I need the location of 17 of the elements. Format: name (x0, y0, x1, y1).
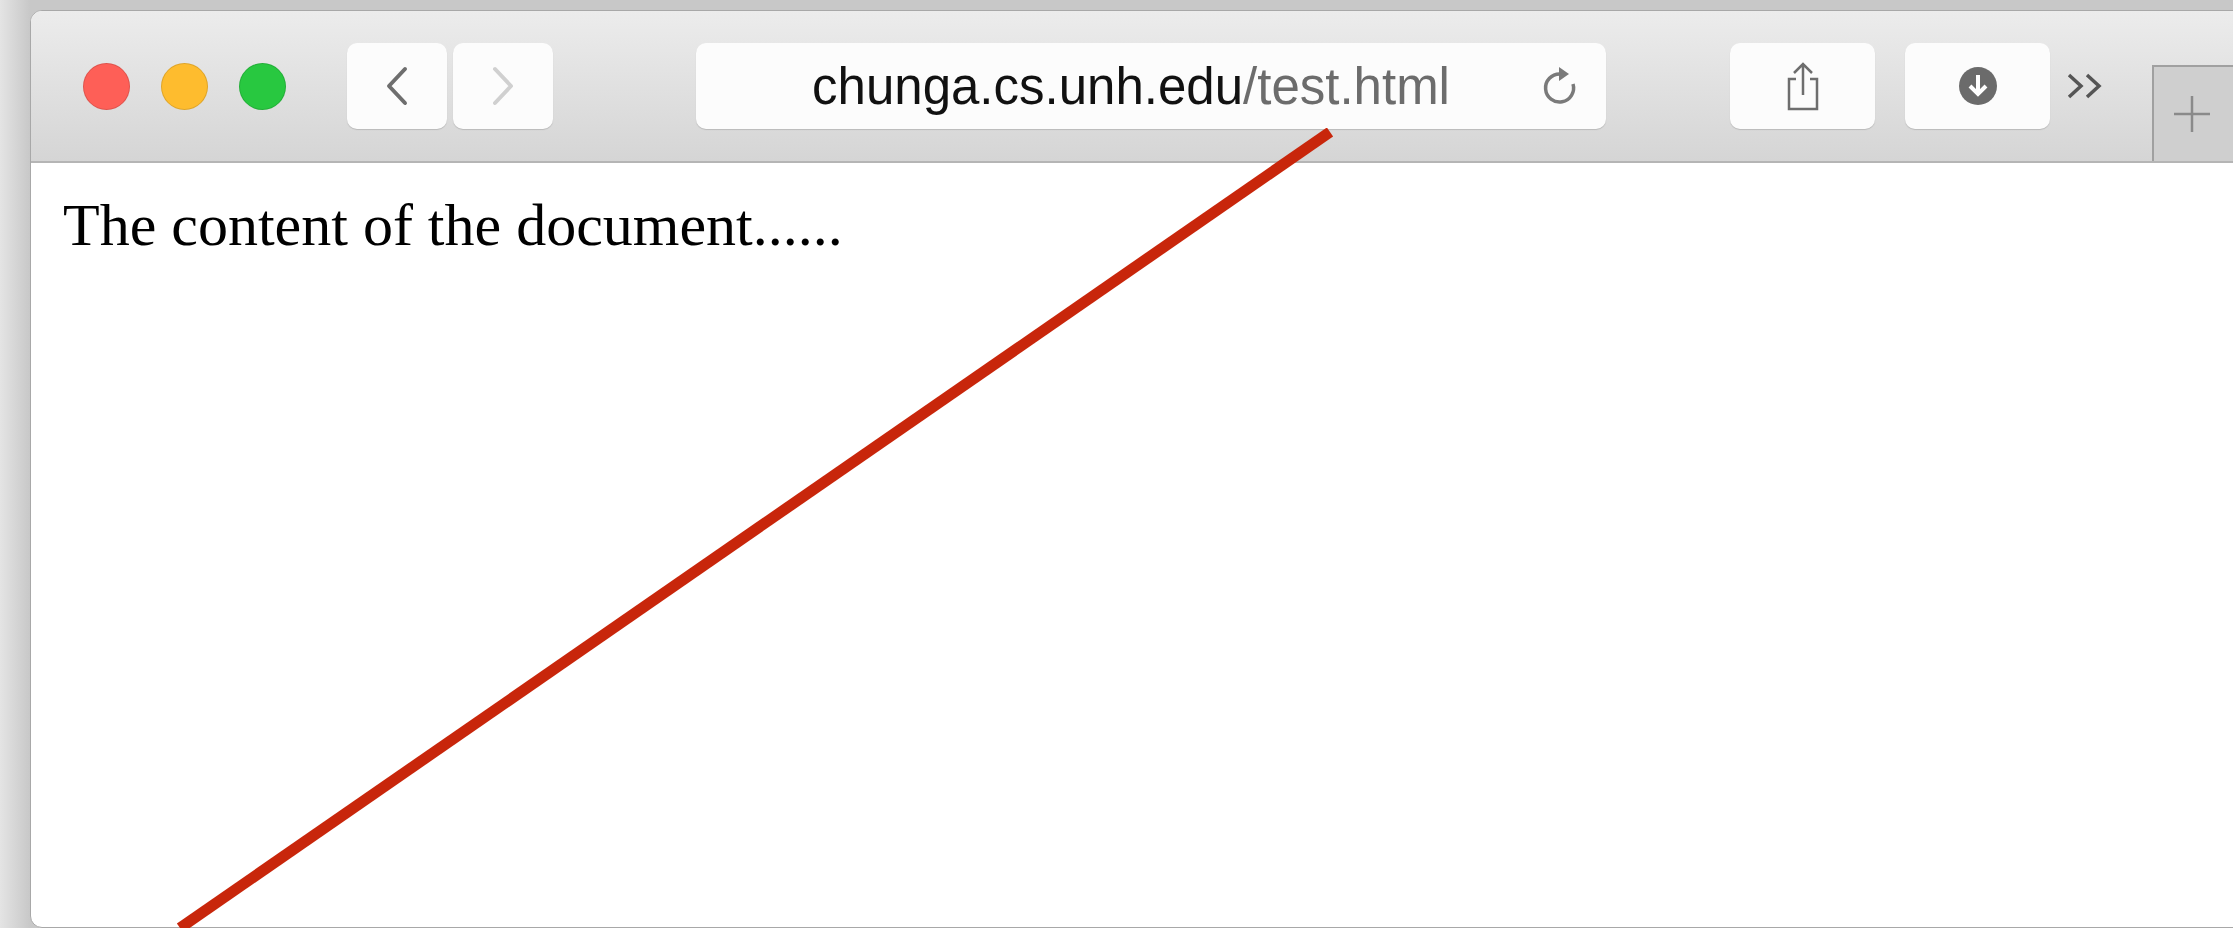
download-icon (1957, 66, 1998, 106)
new-tab-button[interactable] (2152, 65, 2233, 161)
chevron-icon (385, 66, 409, 106)
overflow-icon[interactable] (2066, 72, 2104, 100)
address-bar[interactable]: chunga.cs.unh.edu/test.html (696, 43, 1606, 129)
share-icon (1785, 61, 1820, 111)
share-button[interactable] (1730, 43, 1875, 129)
url-text: chunga.cs.unh.edu/test.html (812, 56, 1450, 116)
chevron-icon (491, 66, 515, 106)
minimize-button[interactable] (161, 62, 208, 110)
plus-icon (2172, 94, 2212, 134)
document-text: The content of the document...... (63, 191, 843, 260)
close-button[interactable] (83, 62, 130, 110)
zoom-button[interactable] (239, 62, 286, 110)
reload-icon[interactable] (1542, 66, 1578, 106)
back-button[interactable] (347, 43, 447, 129)
downloads-button[interactable] (1905, 43, 2050, 129)
